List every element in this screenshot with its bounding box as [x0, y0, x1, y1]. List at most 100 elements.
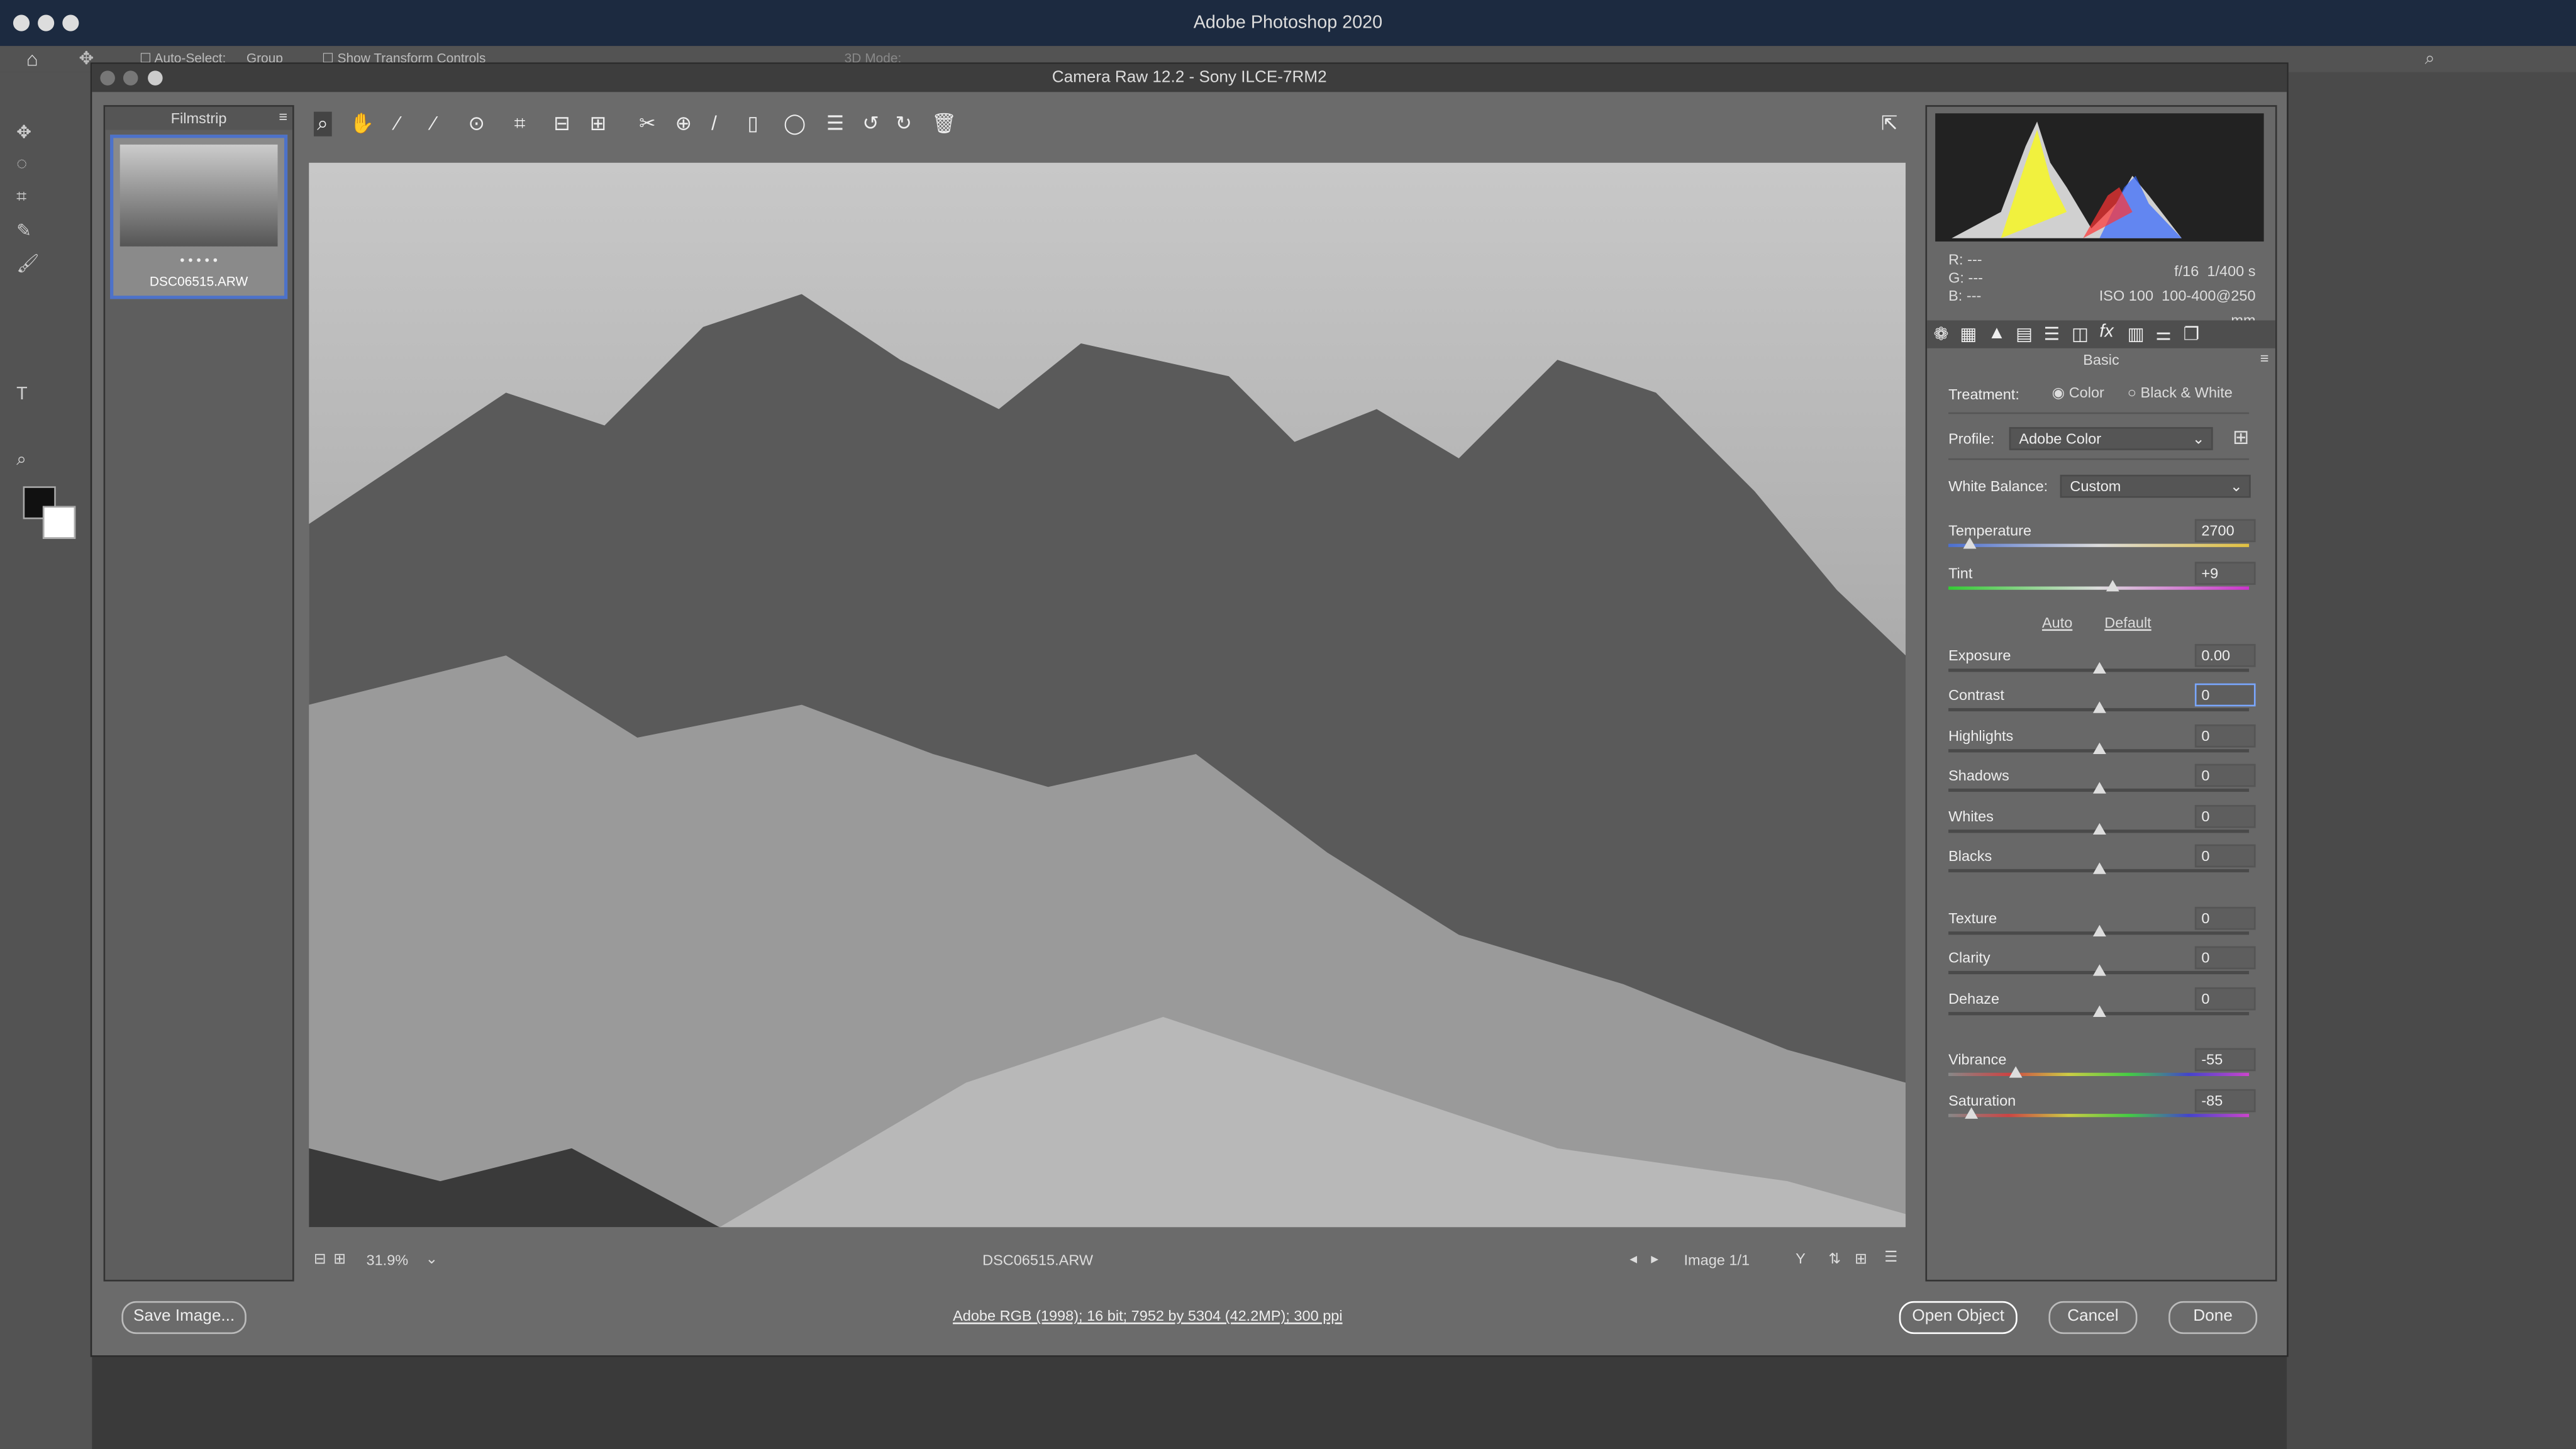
clarity-value-field[interactable]: 0: [2194, 946, 2256, 970]
cancel-button[interactable]: Cancel: [2048, 1301, 2138, 1335]
toggle-settings-icon[interactable]: ☰: [1884, 1248, 1897, 1267]
vibrance-slider-track[interactable]: [1948, 1072, 2250, 1076]
red-eye-icon[interactable]: ⊕: [675, 112, 692, 135]
move-tool-icon[interactable]: ✥: [16, 121, 31, 143]
zoom-dropdown-icon[interactable]: ⌄: [426, 1250, 438, 1269]
before-after-icon[interactable]: Y: [1796, 1250, 1806, 1267]
tone-curve-tab-icon[interactable]: ▦: [1960, 324, 1977, 345]
snapshots-tab-icon[interactable]: ❐: [2184, 324, 2200, 345]
blacks-slider-thumb[interactable]: [2092, 862, 2106, 874]
zoom-window-button[interactable]: [62, 14, 79, 31]
swap-icon[interactable]: ⇅: [1828, 1250, 1841, 1269]
exposure-slider-thumb[interactable]: [2092, 662, 2106, 674]
saturation-value-field[interactable]: -85: [2194, 1089, 2256, 1113]
basic-tab-icon[interactable]: ❁: [1934, 324, 1949, 345]
blacks-value-field[interactable]: 0: [2194, 844, 2256, 868]
auto-button[interactable]: Auto: [2042, 614, 2072, 631]
tint-slider-track[interactable]: [1948, 586, 2250, 590]
graduated-filter-icon[interactable]: ▯: [748, 112, 758, 135]
adjustment-brush-icon[interactable]: /: [711, 112, 717, 135]
prev-image-button[interactable]: ◂: [1629, 1250, 1637, 1269]
detail-tab-icon[interactable]: ▲: [1988, 324, 2006, 343]
copy-settings-icon[interactable]: ⊞: [1855, 1250, 1867, 1269]
filmstrip-thumbnail[interactable]: • • • • • DSC06515.ARW: [110, 135, 288, 299]
done-button[interactable]: Done: [2168, 1301, 2258, 1335]
zoom-tool-icon[interactable]: ⌕: [313, 111, 331, 136]
default-button[interactable]: Default: [2104, 614, 2151, 631]
clarity-slider-thumb[interactable]: [2092, 964, 2106, 976]
presets-tab-icon[interactable]: ⚌: [2155, 324, 2172, 345]
dialog-minimize-button[interactable]: [123, 70, 138, 86]
next-image-button[interactable]: ▸: [1651, 1250, 1658, 1269]
preferences-icon[interactable]: ☰: [826, 112, 844, 135]
profile-browser-icon[interactable]: ⊞: [2233, 426, 2249, 449]
highlights-slider-thumb[interactable]: [2092, 742, 2106, 754]
type-tool-icon[interactable]: T: [16, 384, 28, 404]
tint-slider-thumb[interactable]: [2106, 580, 2119, 592]
hsl-tab-icon[interactable]: ▤: [2016, 324, 2033, 345]
highlights-value-field[interactable]: 0: [2194, 724, 2256, 748]
rotate-left-icon[interactable]: ↺: [862, 112, 879, 135]
exposure-value-field[interactable]: 0.00: [2194, 643, 2256, 667]
fullscreen-icon[interactable]: ⇱: [1881, 112, 1897, 135]
eyedropper-tool-icon[interactable]: ✎: [16, 220, 31, 242]
hand-tool-icon[interactable]: ✋: [350, 112, 374, 135]
shadows-value-field[interactable]: 0: [2194, 763, 2256, 787]
saturation-slider-thumb[interactable]: [1964, 1107, 1978, 1119]
close-window-button[interactable]: [13, 14, 30, 31]
workflow-options-link[interactable]: Adobe RGB (1998); 16 bit; 7952 by 5304 (…: [953, 1307, 1342, 1324]
lens-corrections-tab-icon[interactable]: ◫: [2072, 324, 2089, 345]
lasso-tool-icon[interactable]: ◌: [16, 155, 27, 174]
saturation-slider-track[interactable]: [1948, 1114, 2250, 1118]
home-icon[interactable]: ⌂: [26, 46, 38, 72]
zoom-in-button[interactable]: ⊞: [333, 1250, 346, 1269]
temperature-slider-thumb[interactable]: [1963, 537, 1976, 549]
color-radio[interactable]: ◉ Color: [2052, 384, 2104, 402]
profile-dropdown[interactable]: Adobe Color ⌄: [2009, 427, 2213, 450]
minimize-window-button[interactable]: [38, 14, 55, 31]
calibration-tab-icon[interactable]: ▥: [2128, 324, 2145, 345]
effects-tab-icon[interactable]: fx: [2099, 322, 2113, 341]
spot-removal-icon[interactable]: ✂: [639, 112, 655, 135]
shadows-slider-thumb[interactable]: [2092, 782, 2106, 794]
dialog-zoom-button[interactable]: [148, 70, 163, 86]
open-object-button[interactable]: Open Object: [1899, 1301, 2018, 1335]
search-icon[interactable]: ⌕: [2425, 46, 2435, 72]
transform-tool-icon[interactable]: ⊞: [590, 112, 606, 135]
white-balance-dropdown[interactable]: Custom ⌄: [2060, 474, 2251, 498]
dehaze-slider-thumb[interactable]: [2092, 1005, 2106, 1017]
contrast-slider-thumb[interactable]: [2092, 701, 2106, 713]
crop-tool-icon[interactable]: ⌗: [16, 187, 26, 209]
brush-tool-icon[interactable]: 🖌: [16, 253, 39, 274]
temperature-value-field[interactable]: 2700: [2194, 519, 2256, 543]
vibrance-slider-thumb[interactable]: [2009, 1066, 2023, 1078]
temperature-slider-track[interactable]: [1948, 543, 2250, 547]
bw-radio[interactable]: ○ Black & White: [2128, 384, 2233, 401]
dialog-close-button[interactable]: [100, 70, 115, 86]
zoom-out-button[interactable]: ⊟: [314, 1250, 326, 1269]
dehaze-value-field[interactable]: 0: [2194, 987, 2256, 1011]
split-toning-tab-icon[interactable]: ☰: [2044, 324, 2060, 345]
whites-slider-thumb[interactable]: [2092, 823, 2106, 835]
straighten-tool-icon[interactable]: ⊟: [553, 112, 570, 135]
save-image-button[interactable]: Save Image...: [121, 1301, 247, 1335]
image-preview[interactable]: [309, 162, 1906, 1228]
texture-value-field[interactable]: 0: [2194, 906, 2256, 930]
rating-dots[interactable]: • • • • •: [113, 253, 284, 268]
radial-filter-icon[interactable]: ◯: [784, 112, 806, 135]
tint-value-field[interactable]: +9: [2194, 562, 2256, 585]
contrast-value-field[interactable]: 0: [2194, 683, 2256, 707]
panel-menu-icon[interactable]: ≡: [2260, 350, 2269, 366]
zoom-tool-icon[interactable]: ⌕: [16, 450, 26, 472]
rotate-right-icon[interactable]: ↻: [896, 112, 912, 135]
targeted-adjustment-icon[interactable]: ⊙: [468, 112, 484, 135]
background-color-swatch[interactable]: [42, 506, 76, 539]
filmstrip-menu-icon[interactable]: ≡: [279, 108, 287, 125]
color-sampler-icon[interactable]: ⁄: [432, 112, 435, 135]
white-balance-tool-icon[interactable]: ⁄: [396, 112, 399, 135]
whites-value-field[interactable]: 0: [2194, 804, 2256, 828]
crop-tool-icon[interactable]: ⌗: [514, 112, 526, 136]
texture-slider-thumb[interactable]: [2092, 924, 2106, 936]
trash-icon[interactable]: 🗑: [931, 112, 957, 135]
zoom-level[interactable]: 31.9%: [367, 1252, 409, 1268]
